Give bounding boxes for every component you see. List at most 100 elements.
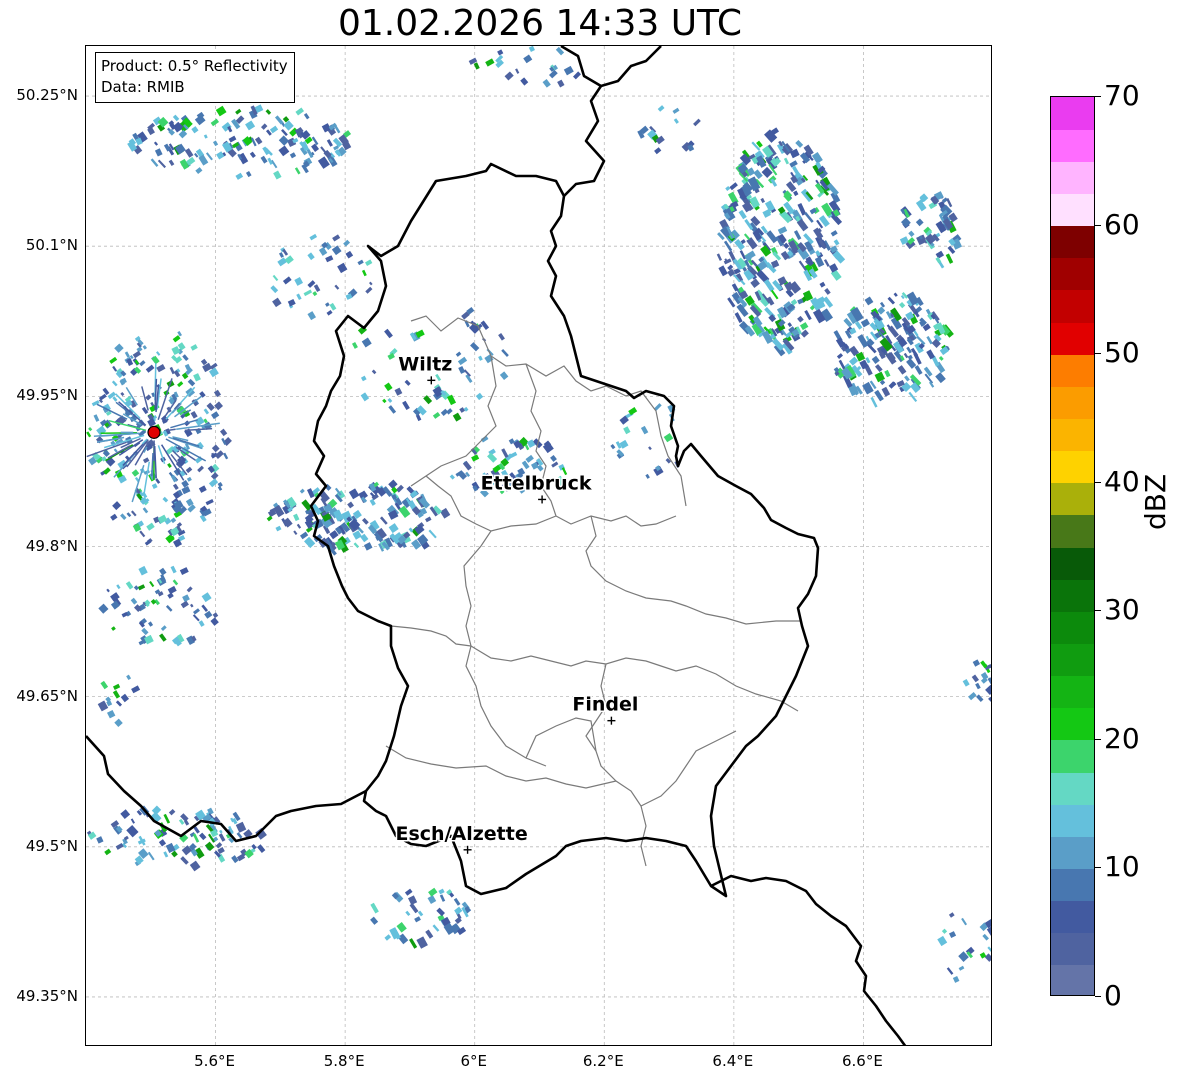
graticule (86, 46, 991, 1045)
echo-cell (170, 517, 177, 524)
echo-cell (504, 71, 514, 81)
echo-cell (235, 821, 247, 833)
echo-cell (215, 105, 227, 117)
echo-cell (126, 512, 132, 518)
echo-cell (106, 709, 116, 719)
echo-cell (395, 484, 404, 493)
echo-cell (112, 690, 121, 699)
echo-cell (446, 408, 453, 415)
echo-cell (197, 465, 205, 473)
echo-cell (167, 585, 177, 595)
colorbar-tick (1095, 481, 1101, 483)
echo-cell (370, 916, 379, 925)
echo-cell (153, 141, 159, 146)
echo-cell (260, 123, 268, 130)
reflectivity-colorbar (1050, 96, 1095, 996)
echo-cell (219, 428, 228, 437)
echo-cell (193, 608, 200, 615)
echo-cell (360, 375, 367, 382)
echo-cell (734, 312, 743, 324)
echo-cell (296, 523, 302, 529)
echo-cell (167, 592, 174, 599)
echo-cell (819, 281, 826, 288)
colorbar-tick (1095, 738, 1101, 740)
echo-cell (228, 135, 237, 143)
colorbar-tick-label: 60 (1104, 207, 1140, 241)
echo-cell (384, 382, 393, 392)
echo-cell (425, 516, 432, 523)
echo-cell (245, 171, 252, 178)
echo-cell (370, 902, 379, 914)
echo-cell (384, 934, 392, 941)
echo-cell (111, 380, 118, 387)
echo-cell (141, 627, 149, 636)
echo-cell (325, 255, 334, 263)
echo-cell (216, 151, 225, 160)
echo-cell (283, 120, 294, 131)
colorbar-segment (1051, 482, 1094, 516)
echo-cell (800, 329, 809, 338)
colorbar-tick (1095, 996, 1101, 997)
echo-cell (899, 301, 906, 309)
radar-map[interactable]: Wiltz Ettelbruck Findel Esch/Alzette (85, 45, 992, 1046)
echo-cell (640, 425, 649, 435)
echo-cell (387, 397, 393, 403)
canton-boundary (410, 355, 497, 487)
echo-cell (231, 855, 239, 864)
echo-cell (439, 894, 446, 902)
lat-tick-label: 49.65°N (16, 686, 78, 705)
echo-cell (114, 343, 124, 353)
echo-cell (186, 586, 193, 593)
echo-cell (192, 614, 200, 622)
echo-cell (185, 466, 193, 474)
echo-cell (142, 457, 150, 464)
echo-cell (971, 674, 979, 683)
echo-cell (520, 77, 529, 86)
echo-cell (348, 488, 360, 500)
echo-cell (938, 355, 944, 361)
echo-cell (278, 135, 290, 146)
echo-cell (946, 967, 954, 975)
colorbar-tick (1095, 96, 1101, 97)
echo-cell (985, 684, 991, 696)
echo-cell (975, 682, 981, 690)
echo-cell (205, 841, 215, 852)
clutter-ray (143, 461, 151, 496)
echo-cell (645, 473, 650, 479)
echo-cell (210, 118, 219, 127)
echo-cell (884, 369, 891, 378)
echo-cell (452, 412, 462, 422)
echo-cell (171, 850, 178, 858)
echo-cell (961, 917, 968, 926)
echo-cell (480, 320, 490, 330)
echo-cell (270, 285, 279, 294)
lat-tick-label: 49.35°N (16, 986, 78, 1005)
echo-cell (915, 218, 924, 227)
echo-cell (453, 897, 461, 906)
echo-cell (115, 842, 124, 850)
lon-tick-label: 6.6°E (842, 1052, 883, 1070)
echo-cell (235, 108, 242, 115)
echo-cell (295, 107, 305, 116)
echo-cell (177, 381, 184, 388)
echo-cell (654, 147, 662, 155)
map-canvas[interactable]: Wiltz Ettelbruck Findel Esch/Alzette (86, 46, 992, 1046)
echo-cell (120, 693, 130, 703)
colorbar-segment (1051, 161, 1094, 195)
echo-cell (120, 513, 127, 520)
echo-cell (750, 278, 760, 288)
echo-cell (148, 621, 154, 627)
product-label: Product: 0.5° Reflectivity (101, 57, 288, 75)
echo-cell (198, 485, 207, 493)
echo-cell (282, 276, 292, 285)
echo-cell (332, 234, 341, 242)
echo-cell (296, 293, 302, 300)
echo-cell (329, 302, 337, 311)
echo-cell (371, 369, 377, 375)
echo-cell (648, 446, 652, 451)
echo-cell (204, 610, 213, 619)
canton-boundary (525, 717, 597, 759)
canton-boundary (390, 625, 472, 647)
echo-cell (98, 603, 109, 614)
echo-cell (804, 310, 812, 321)
